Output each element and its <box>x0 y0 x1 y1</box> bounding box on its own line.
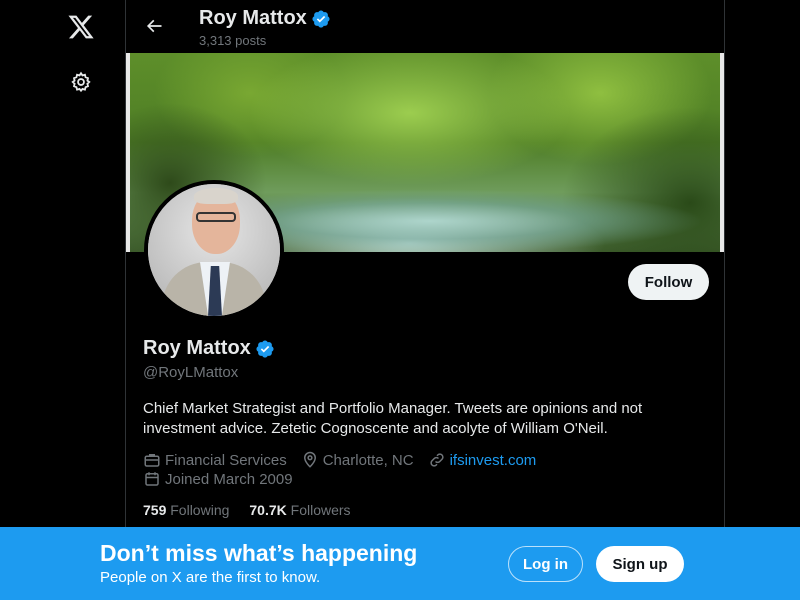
back-button[interactable] <box>138 10 170 42</box>
arrow-left-icon <box>146 19 162 33</box>
follow-button[interactable]: Follow <box>628 264 709 300</box>
profile-website[interactable]: ifsinvest.com <box>428 451 537 469</box>
profile-name-text: Roy Mattox <box>143 337 251 359</box>
profile-location: Charlotte, NC <box>301 451 414 469</box>
banner-border-left <box>126 53 130 252</box>
profile-category: Financial Services <box>143 451 287 469</box>
profile-bio: Chief Market Strategist and Portfolio Ma… <box>143 400 643 437</box>
left-navigation <box>0 0 125 600</box>
profile-column: Roy Mattox 3,313 posts Follow Roy Mattox… <box>125 0 725 600</box>
followers-link[interactable]: 70.7K Followers <box>249 502 350 518</box>
follow-counts: 759 Following 70.7K Followers <box>143 502 351 518</box>
header-name: Roy Mattox <box>199 7 331 30</box>
briefcase-icon <box>144 454 160 467</box>
signup-button[interactable]: Sign up <box>596 546 684 582</box>
verified-badge-icon <box>312 9 330 28</box>
calendar-icon <box>145 472 159 486</box>
x-logo-icon[interactable] <box>63 9 99 45</box>
banner-border-right <box>720 53 724 252</box>
profile-meta: Financial Services Charlotte, NC ifsinve… <box>143 451 546 469</box>
post-count: 3,313 posts <box>199 33 267 48</box>
website-link[interactable]: ifsinvest.com <box>450 452 537 469</box>
link-icon <box>429 453 444 467</box>
signup-banner: Don’t miss what’s happening People on X … <box>0 527 800 600</box>
header-name-text: Roy Mattox <box>199 7 307 29</box>
profile-name: Roy Mattox <box>143 337 275 360</box>
profile-header-bar: Roy Mattox 3,313 posts <box>126 0 724 53</box>
avatar[interactable] <box>144 180 284 320</box>
profile-joined: Joined March 2009 <box>143 470 293 488</box>
profile-handle: @RoyLMattox <box>143 364 239 381</box>
signup-banner-title: Don’t miss what’s happening <box>100 540 418 566</box>
signup-banner-subtitle: People on X are the first to know. <box>100 569 321 586</box>
following-link[interactable]: 759 Following <box>143 502 229 518</box>
verified-badge-icon[interactable] <box>255 339 275 359</box>
gear-icon[interactable] <box>63 64 99 100</box>
location-pin-icon <box>303 451 316 468</box>
login-button[interactable]: Log in <box>508 546 583 582</box>
